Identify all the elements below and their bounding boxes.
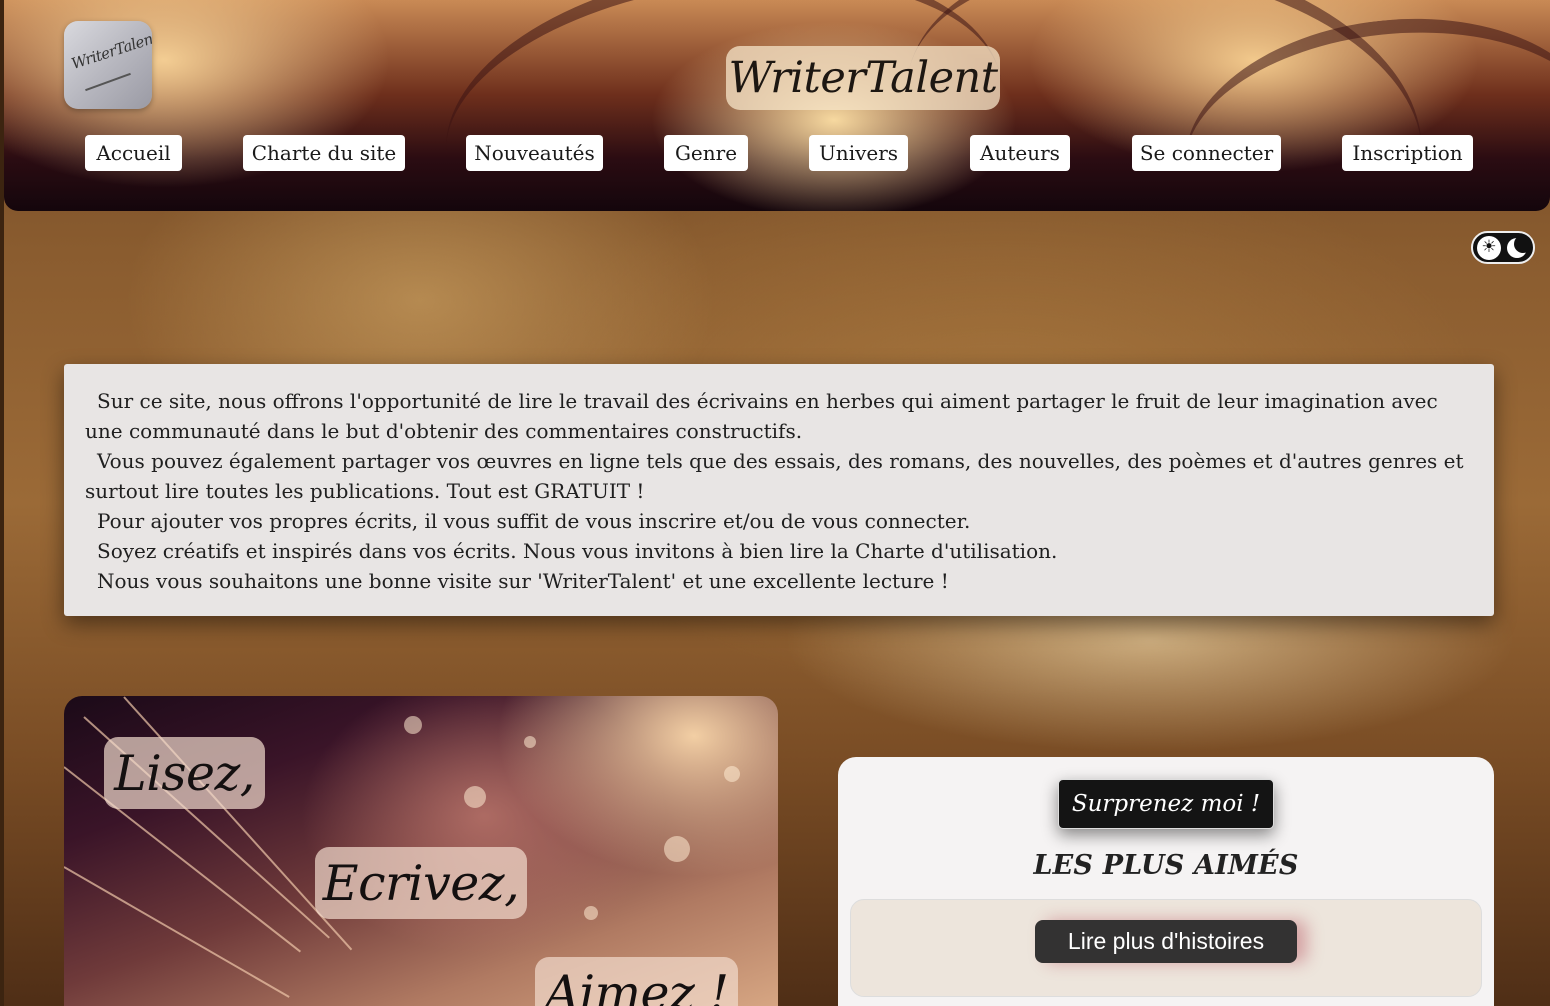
bokeh-light [584, 906, 598, 920]
intro-text-box: Sur ce site, nous offrons l'opportunité … [64, 364, 1494, 616]
intro-paragraph: Sur ce site, nous offrons l'opportunité … [85, 389, 1438, 443]
logo-text: WriterTalent [69, 28, 152, 73]
motto-write: Ecrivez, [315, 847, 527, 919]
bokeh-light [724, 766, 740, 782]
bokeh-light [664, 836, 690, 862]
site-title: WriterTalent [726, 46, 1000, 110]
bokeh-light [404, 716, 422, 734]
nav-se-connecter[interactable]: Se connecter [1132, 135, 1281, 171]
moon-icon [1505, 234, 1532, 260]
intro-paragraph: Vous pouvez également partager vos œuvre… [85, 449, 1464, 503]
nav-accueil[interactable]: Accueil [85, 135, 182, 171]
surprise-button[interactable]: Surprenez moi ! [1058, 779, 1274, 829]
nav-inscription[interactable]: Inscription [1342, 135, 1473, 171]
popular-title: LES PLUS AIMÉS [1033, 850, 1299, 881]
book-page-edge [64, 866, 290, 998]
site-logo[interactable]: WriterTalent [64, 21, 152, 109]
intro-paragraph: Nous vous souhaitons une bonne visite su… [97, 569, 949, 593]
motto-read: Lisez, [104, 737, 265, 809]
theme-toggle[interactable]: ☀ [1471, 231, 1535, 264]
nav-charte[interactable]: Charte du site [243, 135, 405, 171]
intro-paragraph: Soyez créatifs et inspirés dans vos écri… [97, 539, 1058, 563]
intro-paragraph: Pour ajouter vos propres écrits, il vous… [97, 509, 971, 533]
quill-icon [85, 72, 131, 92]
motto-love: Aimez ! [535, 957, 738, 1006]
bokeh-light [524, 736, 536, 748]
nav-nouveautes[interactable]: Nouveautés [466, 135, 603, 171]
sun-icon: ☀ [1477, 235, 1501, 260]
more-stories-button[interactable]: Lire plus d'histoires [1035, 920, 1297, 963]
nav-genre[interactable]: Genre [664, 135, 748, 171]
bokeh-light [464, 786, 486, 808]
nav-univers[interactable]: Univers [809, 135, 908, 171]
nav-auteurs[interactable]: Auteurs [970, 135, 1070, 171]
